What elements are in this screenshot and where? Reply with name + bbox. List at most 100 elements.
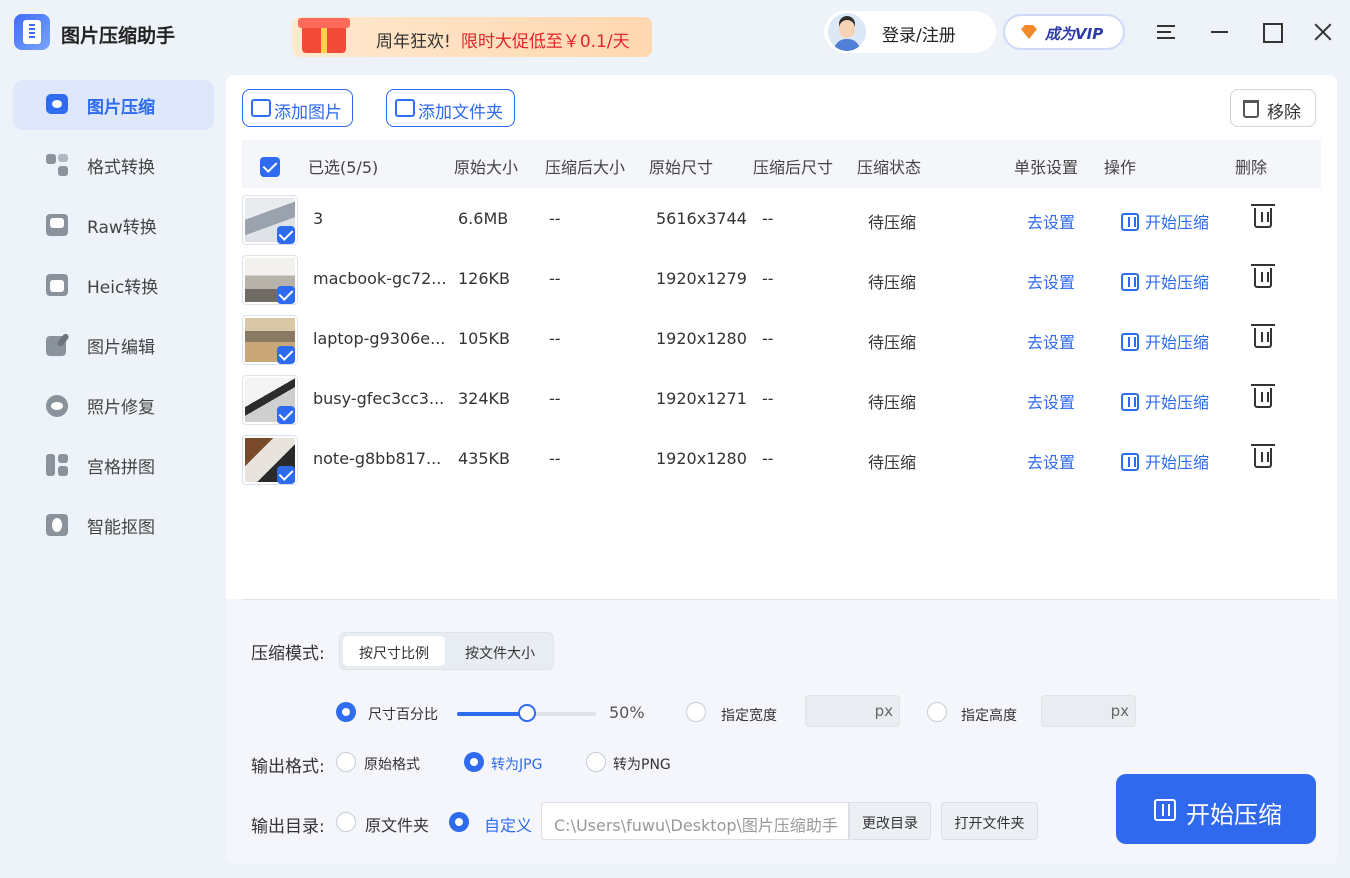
raw-convert-icon xyxy=(44,212,70,238)
start-compress-link[interactable]: 开始压缩 xyxy=(1121,269,1209,293)
slider-handle[interactable] xyxy=(517,704,536,722)
add-image-icon xyxy=(251,99,271,117)
menu-icon[interactable] xyxy=(1150,16,1182,48)
sidebar-item-smart-cutout[interactable]: 智能抠图 xyxy=(13,500,214,550)
original-dimensions: 1920x1280 xyxy=(656,449,747,468)
output-path-input[interactable]: C:\Users\fuwu\Desktop\图片压缩助手 xyxy=(541,802,849,840)
header-delete: 删除 xyxy=(1235,158,1268,177)
title-bar: 图片压缩助手 周年狂欢! 限时大促低至￥0.1/天 登录/注册 成为VIP xyxy=(0,0,1350,66)
sidebar-item-grid-collage[interactable]: 宫格拼图 xyxy=(13,440,214,490)
header-original-size: 原始大小 xyxy=(454,158,519,177)
original-dimensions: 5616x3744 xyxy=(656,209,747,228)
compressed-size: -- xyxy=(549,329,561,348)
percent-radio[interactable] xyxy=(336,702,356,722)
photo-repair-icon xyxy=(44,392,70,418)
row-checkbox[interactable] xyxy=(277,406,295,424)
status-text: 待压缩 xyxy=(868,213,917,232)
original-size: 6.6MB xyxy=(458,209,509,228)
height-radio[interactable] xyxy=(927,702,947,722)
add-folder-button[interactable]: 添加文件夹 xyxy=(386,89,515,127)
sidebar-item-heic-convert[interactable]: Heic转换 xyxy=(13,260,214,310)
delete-icon[interactable] xyxy=(1251,264,1275,288)
mode-by-filesize[interactable]: 按文件大小 xyxy=(448,636,552,666)
diamond-icon xyxy=(1021,25,1037,39)
sidebar-item-format-convert[interactable]: 格式转换 xyxy=(13,140,214,190)
remove-button[interactable]: 移除 xyxy=(1230,89,1316,127)
image-thumbnail xyxy=(242,375,298,425)
promo-banner[interactable]: 周年狂欢! 限时大促低至￥0.1/天 xyxy=(292,17,652,57)
start-compress-label: 开始压缩 xyxy=(1145,333,1210,352)
file-name: 3 xyxy=(313,209,324,228)
width-input[interactable]: px xyxy=(805,695,900,727)
change-directory-button[interactable]: 更改目录 xyxy=(849,802,931,840)
percent-label: 尺寸百分比 xyxy=(368,707,438,723)
start-compress-label: 开始压缩 xyxy=(1186,801,1282,829)
start-compress-link[interactable]: 开始压缩 xyxy=(1121,329,1209,353)
format-jpg-label: 转为JPG xyxy=(491,757,543,773)
settings-link[interactable]: 去设置 xyxy=(1027,209,1075,233)
compress-icon xyxy=(1121,273,1139,291)
image-thumbnail xyxy=(242,435,298,485)
add-folder-label: 添加文件夹 xyxy=(418,103,503,123)
smart-cutout-icon xyxy=(44,512,70,538)
format-original-radio[interactable] xyxy=(336,752,356,772)
remove-label: 移除 xyxy=(1267,103,1301,123)
add-images-button[interactable]: 添加图片 xyxy=(242,89,353,127)
header-selected: 已选(5/5) xyxy=(308,158,379,177)
image-compress-icon xyxy=(44,92,70,118)
dir-custom-radio[interactable] xyxy=(449,812,469,832)
row-checkbox[interactable] xyxy=(277,286,295,304)
login-label: 登录/注册 xyxy=(882,26,956,46)
select-all-checkbox[interactable] xyxy=(260,157,280,177)
minimize-icon[interactable] xyxy=(1204,16,1236,48)
sidebar-item-photo-repair[interactable]: 照片修复 xyxy=(13,380,214,430)
row-checkbox[interactable] xyxy=(277,226,295,244)
sidebar-item-raw-convert[interactable]: Raw转换 xyxy=(13,200,214,250)
row-checkbox[interactable] xyxy=(277,346,295,364)
close-icon[interactable] xyxy=(1308,16,1340,48)
start-compress-label: 开始压缩 xyxy=(1145,213,1210,232)
table-row: macbook-gc72... 126KB -- 1920x1279 -- 待压… xyxy=(242,250,1321,310)
start-compress-link[interactable]: 开始压缩 xyxy=(1121,449,1209,473)
promo-text: 周年狂欢! 限时大促低至￥0.1/天 xyxy=(376,27,630,52)
sidebar-item-label: Raw转换 xyxy=(87,218,157,238)
width-radio[interactable] xyxy=(686,702,706,722)
delete-icon[interactable] xyxy=(1251,444,1275,468)
output-format-label: 输出格式: xyxy=(251,757,325,777)
dir-original-radio[interactable] xyxy=(336,812,356,832)
percent-slider[interactable] xyxy=(457,704,596,722)
delete-icon[interactable] xyxy=(1251,324,1275,348)
start-compress-link[interactable]: 开始压缩 xyxy=(1121,209,1209,233)
sidebar-item-image-compress[interactable]: 图片压缩 xyxy=(13,80,214,130)
start-compress-link[interactable]: 开始压缩 xyxy=(1121,389,1209,413)
height-input[interactable]: px xyxy=(1041,695,1136,727)
status-text: 待压缩 xyxy=(868,453,917,472)
settings-link[interactable]: 去设置 xyxy=(1027,389,1075,413)
output-dir-label: 输出目录: xyxy=(251,817,325,837)
open-folder-button[interactable]: 打开文件夹 xyxy=(941,802,1038,840)
delete-icon[interactable] xyxy=(1251,384,1275,408)
mode-by-dimension[interactable]: 按尺寸比例 xyxy=(343,636,445,666)
maximize-icon[interactable] xyxy=(1256,16,1288,48)
compressed-size: -- xyxy=(549,389,561,408)
settings-link[interactable]: 去设置 xyxy=(1027,269,1075,293)
format-png-radio[interactable] xyxy=(586,752,606,772)
row-checkbox[interactable] xyxy=(277,466,295,484)
table-row: laptop-g9306e... 105KB -- 1920x1280 -- 待… xyxy=(242,310,1321,370)
trash-icon xyxy=(1243,100,1259,118)
vip-button[interactable]: 成为VIP xyxy=(1003,14,1125,50)
promo-offer: 限时大促低至￥0.1/天 xyxy=(460,32,630,52)
header-status: 压缩状态 xyxy=(857,158,922,177)
compress-icon xyxy=(1121,453,1139,471)
height-unit: px xyxy=(1110,702,1129,720)
app-logo-icon xyxy=(14,14,50,50)
delete-icon[interactable] xyxy=(1251,204,1275,228)
login-button[interactable]: 登录/注册 xyxy=(824,11,996,53)
sidebar-item-image-edit[interactable]: 图片编辑 xyxy=(13,320,214,370)
start-compress-button[interactable]: 开始压缩 xyxy=(1116,774,1316,844)
format-jpg-radio[interactable] xyxy=(464,752,484,772)
sidebar-item-label: 图片压缩 xyxy=(87,98,155,118)
settings-link[interactable]: 去设置 xyxy=(1027,449,1075,473)
dir-original-label: 原文件夹 xyxy=(365,816,430,835)
settings-link[interactable]: 去设置 xyxy=(1027,329,1075,353)
